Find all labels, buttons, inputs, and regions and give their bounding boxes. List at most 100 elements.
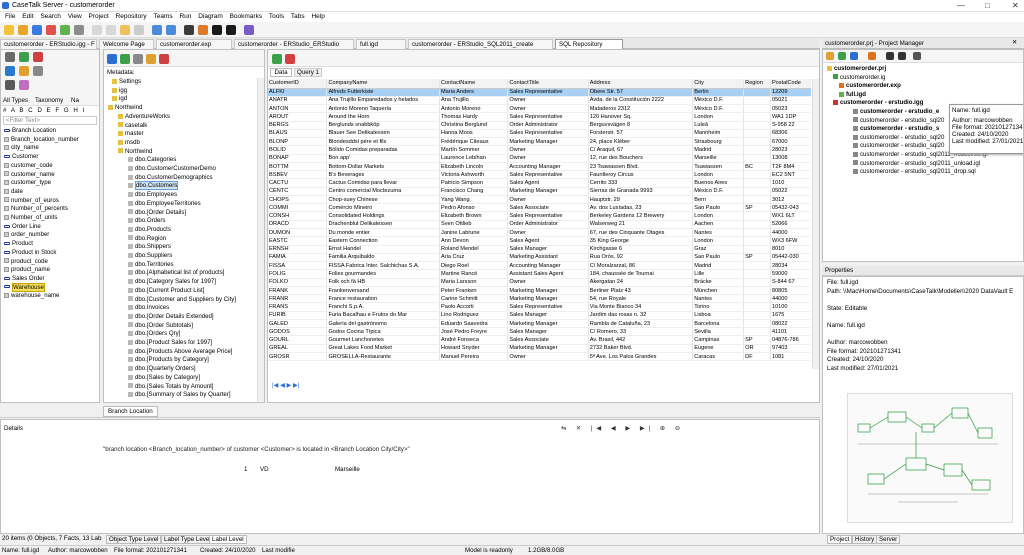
table-cell[interactable]: FRANK [268,286,328,296]
table-cell[interactable]: SP [743,253,771,263]
tab-erstudio-erstudio[interactable]: customerorder - ERStudio_ERStudio [234,39,354,49]
table-cell[interactable]: DUMON [268,228,328,238]
remove-icon[interactable] [33,52,43,62]
table-cell[interactable]: Owner [507,154,589,163]
table-cell[interactable]: ANTON [268,104,328,114]
metadata-item[interactable]: dbo.Orders [128,217,165,224]
menu-diagram[interactable]: Diagram [198,13,223,20]
table-cell[interactable]: BLONP [268,137,328,147]
tab-branch-location[interactable]: Branch Location [103,406,158,417]
table-cell[interactable] [743,236,771,246]
table-cell[interactable]: Accounting Manager [507,261,589,271]
table-cell[interactable]: 5ª Ave. Los Palos Grandes [588,352,694,362]
fact-list-item[interactable]: customer_name [4,171,55,178]
table-cell[interactable]: Order Administrator [507,121,589,130]
table-cell[interactable]: London [692,112,745,122]
table-cell[interactable]: Sales Representative [507,211,589,221]
table-cell[interactable]: Owner [507,145,589,155]
fact-list-item[interactable]: city_name [4,144,39,151]
table-cell[interactable]: Barcelona [692,319,745,329]
fact-list-item[interactable]: customer_type [4,179,51,186]
table-row[interactable]: FISSA FISSA Fabrica Inter. Salchichas S.A… [268,261,811,271]
column-header[interactable]: CustomerID [268,79,328,89]
table-cell[interactable]: Blauer See Delikatessen [326,129,441,139]
table-cell[interactable]: Sierras de Granada 9993 [588,187,694,196]
project-item[interactable]: customerorder - erstudio_sql2011_unload.… [853,160,980,167]
table-cell[interactable]: London [692,170,745,180]
grid-scrollbar[interactable] [812,79,819,369]
table-cell[interactable]: 3012 [770,195,811,205]
table-cell[interactable]: Ernst Handel [326,245,441,254]
sort-icon[interactable] [33,66,43,76]
tab-na[interactable]: Na [71,97,79,104]
table-cell[interactable]: México D.F. [692,96,745,106]
table-cell[interactable]: Frankenversand [326,286,441,296]
table-cell[interactable]: CONSH [268,211,328,221]
table-cell[interactable]: WX1 6LT [770,211,811,221]
table-cell[interactable]: 68306 [770,129,811,139]
table-cell[interactable]: Berliner Platz 43 [588,286,694,296]
fact-list-item[interactable]: Number_of_percents [4,205,68,212]
table-cell[interactable]: Janine Labrune [439,228,509,238]
table-cell[interactable]: GROSELLA-Restaurante [326,352,441,362]
arrow-left-icon[interactable] [212,25,222,35]
table-cell[interactable]: Marketing Manager [507,319,589,329]
table-cell[interactable]: Assistant Sales Agent [507,269,589,279]
table-cell[interactable]: Around the Horn [326,112,441,122]
table-cell[interactable]: Sao Paulo [692,253,745,263]
metadata-item[interactable]: dbo.Region [128,235,166,242]
tab-server[interactable]: Server [876,535,901,544]
table-cell[interactable]: CENTC [268,187,328,196]
table-cell[interactable]: Berguvsvägen 8 [588,121,694,130]
details-navigator[interactable]: ⇆ ✕ |◀ ◀ ▶ ▶| ⊕ ⊖ [561,425,684,432]
print-icon[interactable] [74,25,84,35]
project-item[interactable]: customerorder - erstudio_sql20 [853,142,944,149]
table-cell[interactable]: S-958 22 [770,121,811,130]
grid-navigator[interactable]: |◀ ◀ ▶ ▶| [272,382,299,389]
metadata-item[interactable]: dbo.[Order Details] [128,209,186,216]
table-cell[interactable]: Manuel Pereira [439,352,509,362]
table-cell[interactable]: Maria Anders [439,88,509,97]
fact-list-item[interactable]: Product [4,240,33,247]
table-cell[interactable]: Order Administrator [507,220,589,230]
table-cell[interactable]: Bern [692,195,745,205]
menu-teams[interactable]: Teams [153,13,172,20]
table-cell[interactable]: Kirchgasse 6 [588,245,694,254]
table-cell[interactable] [743,137,771,147]
table-cell[interactable]: Folk och fä HB [326,278,441,287]
table-cell[interactable]: BOTTM [268,162,328,172]
metadata-item[interactable]: dbo.[Sales Totals by Amount] [128,383,213,390]
table-cell[interactable]: BOLID [268,145,328,155]
table-cell[interactable]: Furia Bacalhau e Frutos do Mar [326,311,441,320]
table-cell[interactable]: 12209 [770,88,811,97]
table-cell[interactable]: Ana Trujillo Emparedados y helados [326,96,441,106]
table-cell[interactable]: Sales Manager [507,327,589,337]
table-cell[interactable] [743,154,771,163]
table-row[interactable]: BSBEV B's Beverages Victoria Ashworth Sales… [268,170,811,180]
table-cell[interactable]: 23 Tsawassen Blvd. [588,162,694,172]
fact-list-item[interactable]: order_number [4,231,49,238]
metadata-item[interactable]: dbo.[Alphabetical list of products] [128,269,224,276]
table-cell[interactable]: 13008 [770,154,811,163]
table-cell[interactable]: Sales Associate [507,203,589,213]
table-cell[interactable]: Elizabeth Brown [439,211,509,221]
table-row[interactable]: BLONP Blondesddsl père et fils Frédérique … [268,137,811,147]
table-cell[interactable]: 08022 [770,319,811,329]
tab-data[interactable]: Data [270,68,292,77]
table-cell[interactable]: SP [743,335,771,345]
table-row[interactable]: FRANR France restauration Carine Schmitt Ma… [268,294,811,304]
menu-bookmarks[interactable]: Bookmarks [230,13,263,20]
connect-icon[interactable] [107,54,117,64]
table-cell[interactable]: México D.F. [692,104,745,114]
table-cell[interactable]: Sales Agent [507,236,589,246]
table-cell[interactable] [743,294,771,304]
zoom-icon[interactable] [5,80,15,90]
cancel-icon[interactable] [285,54,295,64]
table-cell[interactable]: Francisco Chang [439,187,509,196]
table-cell[interactable]: Avda. de la Constitución 2222 [588,96,694,106]
project-item[interactable]: full.igd [839,91,866,98]
table-row[interactable]: CHOPS Chop-suey Chinese Yang Wang Owner Haup… [268,195,811,205]
metadata-item[interactable]: master [118,130,144,137]
metadata-item[interactable]: dbo.[Order Details Extended] [128,313,214,320]
project-item[interactable]: customerorder - erstudio_sql20 [853,134,944,141]
